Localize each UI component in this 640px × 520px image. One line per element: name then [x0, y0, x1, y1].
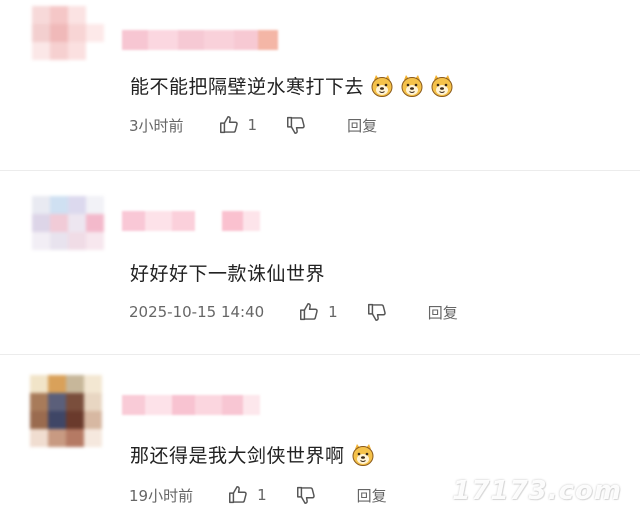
username[interactable] — [122, 211, 260, 231]
emoji-row — [364, 74, 454, 98]
comment-meta: 19小时前 1 回复 — [129, 484, 387, 506]
username[interactable] — [122, 395, 260, 415]
emoji-row — [345, 443, 375, 467]
comment-text: 能不能把隔壁逆水寒打下去 — [130, 72, 454, 99]
reply-button[interactable]: 回复 — [347, 115, 377, 136]
reply-button[interactable]: 回复 — [428, 302, 458, 323]
like-count: 1 — [247, 116, 258, 134]
like-icon[interactable] — [298, 301, 320, 323]
doge-emoji — [400, 74, 424, 98]
like-icon[interactable] — [227, 484, 249, 506]
comment-item: 能不能把隔壁逆水寒打下去 3小时前 1 回复 — [0, 0, 640, 170]
doge-emoji — [430, 74, 454, 98]
dislike-icon[interactable] — [366, 301, 388, 323]
comment-time: 19小时前 — [129, 486, 194, 505]
username[interactable] — [122, 30, 278, 50]
comment-text: 好好好下一款诛仙世界 — [130, 263, 326, 285]
dislike-icon[interactable] — [295, 484, 317, 506]
avatar[interactable] — [32, 6, 104, 78]
like-count: 1 — [328, 303, 338, 321]
doge-emoji — [351, 443, 375, 467]
comment-text: 那还得是我大剑侠世界啊 — [130, 441, 375, 468]
comment-meta: 2025-10-15 14:40 1 回复 — [129, 301, 458, 323]
like-icon[interactable] — [218, 114, 240, 136]
doge-emoji — [370, 74, 394, 98]
comment-time: 2025-10-15 14:40 — [129, 303, 265, 321]
dislike-icon[interactable] — [285, 114, 307, 136]
comment-item: 好好好下一款诛仙世界 2025-10-15 14:40 1 回复 — [0, 171, 640, 354]
avatar[interactable] — [30, 375, 102, 447]
watermark-logo: 17173.com — [452, 476, 622, 506]
reply-button[interactable]: 回复 — [357, 485, 387, 506]
comment-time: 3小时前 — [129, 116, 184, 135]
like-count: 1 — [257, 486, 267, 504]
avatar[interactable] — [32, 196, 104, 268]
comment-meta: 3小时前 1 回复 — [129, 114, 377, 136]
